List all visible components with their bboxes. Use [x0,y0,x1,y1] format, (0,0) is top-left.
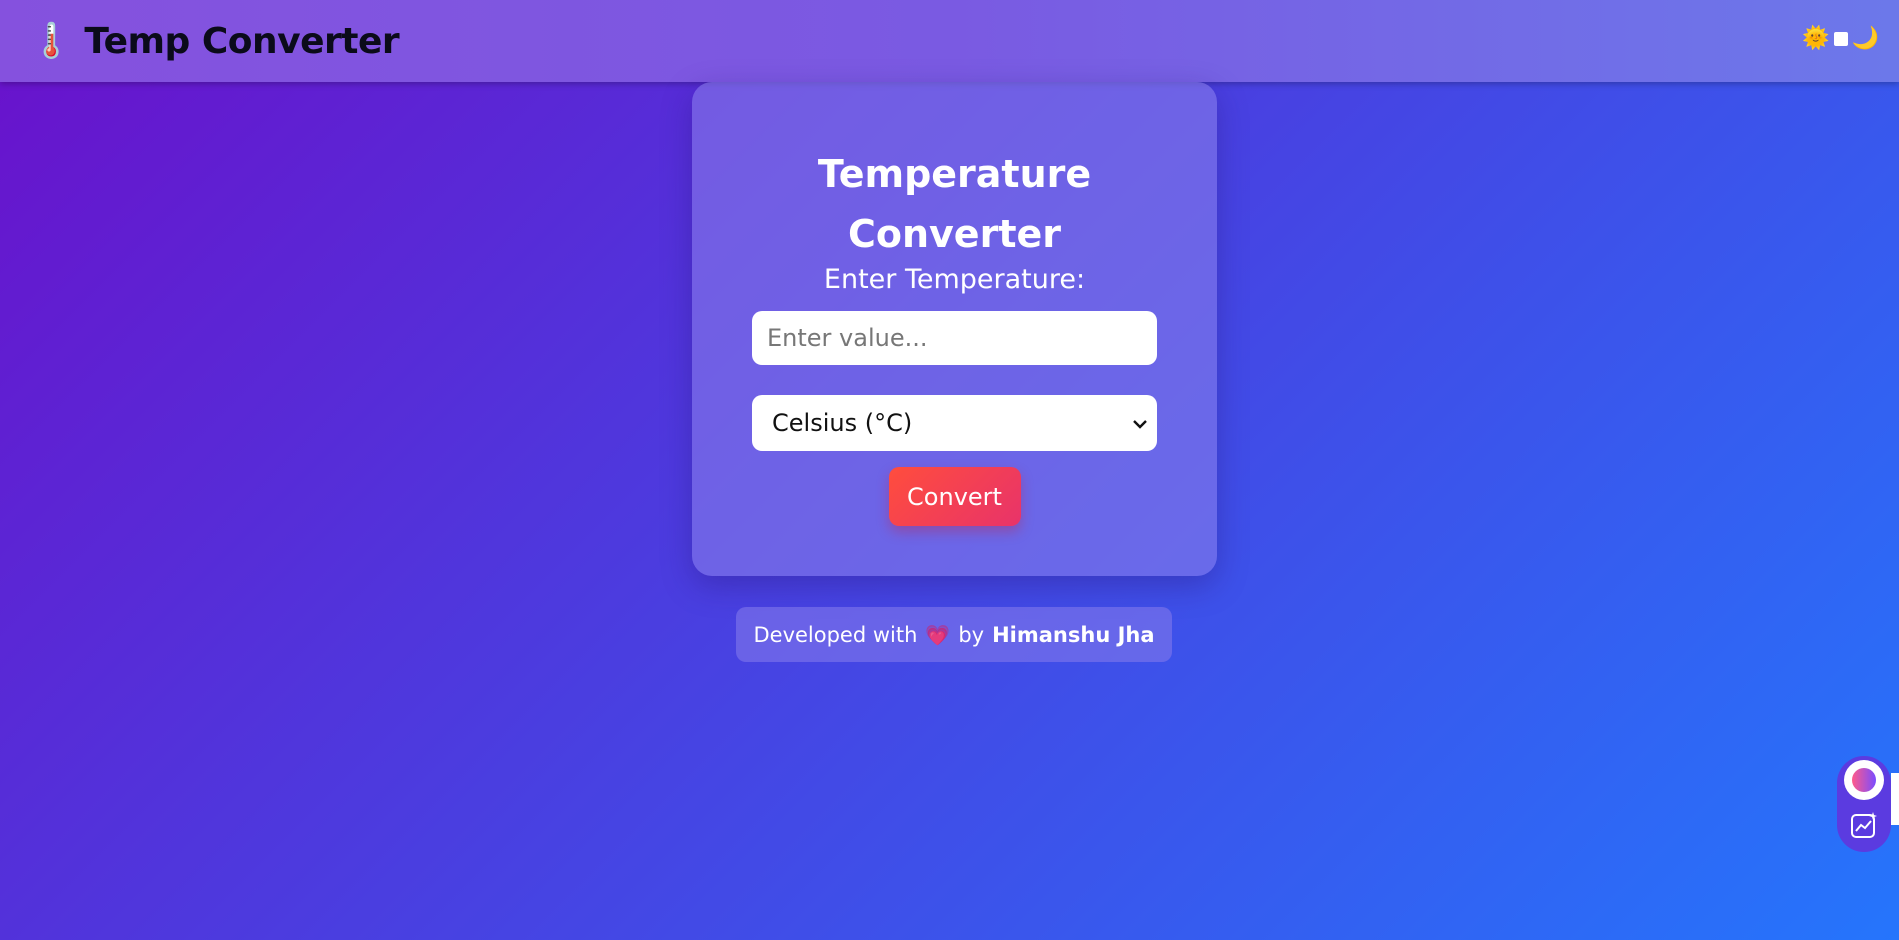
temperature-input[interactable] [752,311,1157,365]
chart-sparkle-icon[interactable] [1849,810,1879,840]
assistant-orb-icon[interactable] [1844,760,1884,800]
unit-select[interactable]: Celsius (°C) [752,395,1157,451]
footer-prefix: Developed with [753,622,918,647]
converter-card: Temperature Converter Enter Temperature:… [692,82,1217,576]
chevron-down-icon [1133,413,1147,434]
sun-icon: 🌞 [1802,26,1830,51]
unit-select-value: Celsius (°C) [772,409,913,437]
input-label: Enter Temperature: [823,264,1086,295]
widget-edge-tab [1891,773,1899,825]
brand-title: Temp Converter [84,20,400,62]
heart-icon: 💗 [925,622,951,647]
assistant-widget[interactable] [1837,756,1891,852]
footer-author: Himanshu Jha [992,622,1155,647]
moon-icon: 🌙 [1851,26,1879,51]
card-title: Temperature Converter [817,152,1092,256]
footer-by: by [958,622,985,647]
thermometer-icon: 🌡️ [30,21,73,61]
theme-toggle-switch[interactable] [1833,32,1848,46]
convert-button[interactable]: Convert [888,467,1021,526]
theme-toggle[interactable]: 🌞 🌙 [1802,28,1879,50]
brand[interactable]: 🌡️ Temp Converter [30,20,400,62]
footer: Developed with 💗 by Himanshu Jha [736,607,1172,662]
navbar: 🌡️ Temp Converter 🌞 🌙 [0,0,1899,82]
